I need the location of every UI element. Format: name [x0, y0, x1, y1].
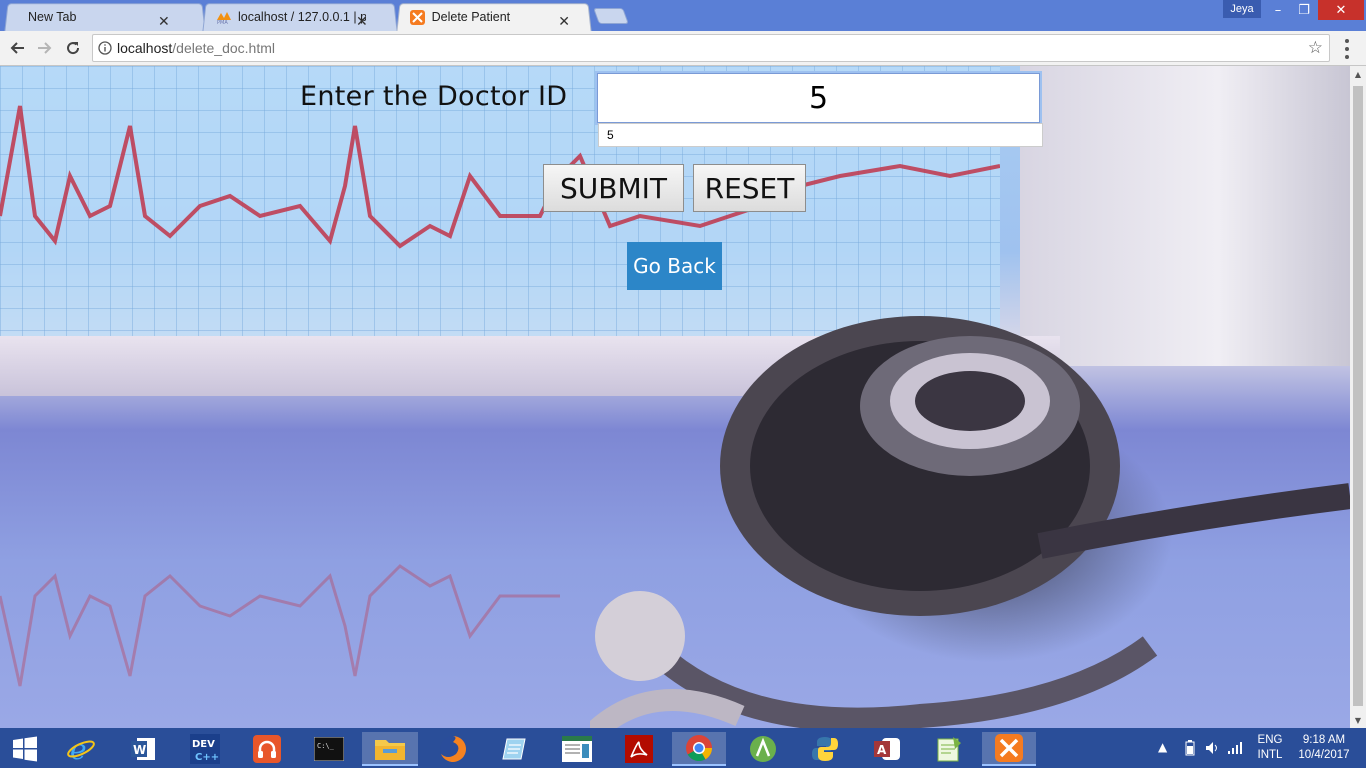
close-icon[interactable]: ✕: [356, 14, 368, 30]
doctor-id-input[interactable]: [595, 71, 1042, 125]
android-studio-icon[interactable]: [738, 732, 788, 766]
notepad-plus-plus-icon[interactable]: [924, 732, 974, 766]
close-icon[interactable]: ✕: [158, 14, 170, 30]
stethoscope-graphic: [590, 316, 1350, 728]
tab-label: Delete Patient: [431, 10, 511, 24]
acrobat-reader-icon[interactable]: [614, 732, 664, 766]
svg-text:PMA: PMA: [217, 20, 228, 24]
xampp-icon: [410, 9, 426, 25]
svg-text:A: A: [877, 743, 887, 757]
battery-icon[interactable]: [1185, 740, 1195, 759]
minimize-button[interactable]: –: [1266, 0, 1290, 20]
tab-label: localhost / 127.0.0.1 | php: [238, 10, 366, 24]
doctor-id-label: Enter the Doctor ID: [300, 81, 568, 112]
autocomplete-suggestion[interactable]: 5: [598, 123, 1043, 147]
network-signal-icon[interactable]: [1228, 740, 1244, 757]
restore-button[interactable]: ❐: [1291, 0, 1317, 20]
submit-button[interactable]: SUBMIT: [543, 164, 684, 212]
firefox-icon[interactable]: [428, 732, 478, 766]
reset-button[interactable]: RESET: [693, 164, 806, 212]
windows-taskbar: e W DEV C++ C:\_ A ▲ ENG INTL 9:18 AM 10…: [0, 728, 1366, 768]
svg-text:C:\_: C:\_: [317, 742, 335, 750]
file-explorer-icon[interactable]: [362, 732, 418, 766]
command-prompt-icon[interactable]: C:\_: [304, 732, 354, 766]
browser-toolbar: localhost/delete_doc.html ☆: [0, 31, 1366, 66]
word-icon[interactable]: W: [118, 732, 168, 766]
phpmyadmin-icon: PMA: [216, 9, 232, 25]
close-icon[interactable]: ✕: [558, 14, 570, 30]
scroll-up-arrow-icon[interactable]: ▲: [1350, 66, 1366, 82]
page-scrollbar[interactable]: ▲ ▼: [1350, 66, 1366, 728]
language-indicator[interactable]: ENG INTL: [1252, 728, 1288, 768]
address-bar[interactable]: localhost/delete_doc.html ☆: [92, 34, 1330, 62]
scroll-down-arrow-icon[interactable]: ▼: [1350, 712, 1366, 728]
tab-label: New Tab: [28, 10, 77, 24]
profile-button[interactable]: Jeya: [1223, 0, 1261, 18]
volume-icon[interactable]: [1205, 740, 1221, 759]
back-arrow-icon[interactable]: [6, 37, 28, 59]
scroll-thumb[interactable]: [1353, 86, 1363, 706]
tab-phpmyadmin[interactable]: PMA localhost / 127.0.0.1 | php ✕: [202, 3, 398, 32]
page-viewport: Enter the Doctor ID 5 SUBMIT RESET Go Ba…: [0, 66, 1350, 728]
go-back-button[interactable]: Go Back: [627, 242, 722, 290]
xampp-taskbar-icon[interactable]: [982, 732, 1036, 766]
reload-icon[interactable]: [62, 37, 84, 59]
chrome-icon[interactable]: [672, 732, 726, 766]
url-text: localhost/delete_doc.html: [117, 40, 275, 56]
show-hidden-icons-icon[interactable]: ▲: [1158, 740, 1167, 754]
language-code: ENG: [1257, 734, 1283, 746]
keyboard-layout: INTL: [1257, 749, 1283, 761]
info-icon[interactable]: [93, 41, 117, 55]
windows-start-icon[interactable]: [0, 732, 50, 766]
tab-new-tab[interactable]: New Tab ✕: [4, 3, 206, 32]
bookmark-star-icon[interactable]: ☆: [1308, 38, 1323, 58]
svg-text:DEV: DEV: [192, 739, 215, 750]
menu-dots-icon[interactable]: [1340, 39, 1354, 59]
python-icon[interactable]: [800, 732, 850, 766]
notepad-app-icon[interactable]: [490, 732, 540, 766]
dev-cpp-icon[interactable]: DEV C++: [180, 732, 230, 766]
new-tab-button[interactable]: [593, 8, 629, 24]
url-path: /delete_doc.html: [172, 40, 275, 56]
tab-delete-patient[interactable]: Delete Patient ✕: [396, 3, 592, 32]
svg-text:W: W: [133, 743, 146, 757]
access-icon[interactable]: A: [862, 732, 912, 766]
headphones-icon[interactable]: [242, 732, 292, 766]
clock-date: 10/4/2017: [1298, 749, 1350, 761]
browser-title-bar: New Tab ✕ PMA localhost / 127.0.0.1 | ph…: [0, 0, 1366, 32]
svg-text:C++: C++: [195, 752, 219, 763]
forward-arrow-icon[interactable]: [34, 37, 56, 59]
internet-explorer-icon[interactable]: e: [56, 732, 106, 766]
clock-time: 9:18 AM: [1302, 734, 1346, 746]
clock[interactable]: 9:18 AM 10/4/2017: [1292, 728, 1356, 768]
document-app-icon[interactable]: [552, 732, 602, 766]
url-host: localhost: [117, 40, 173, 56]
close-window-button[interactable]: ✕: [1318, 0, 1364, 20]
